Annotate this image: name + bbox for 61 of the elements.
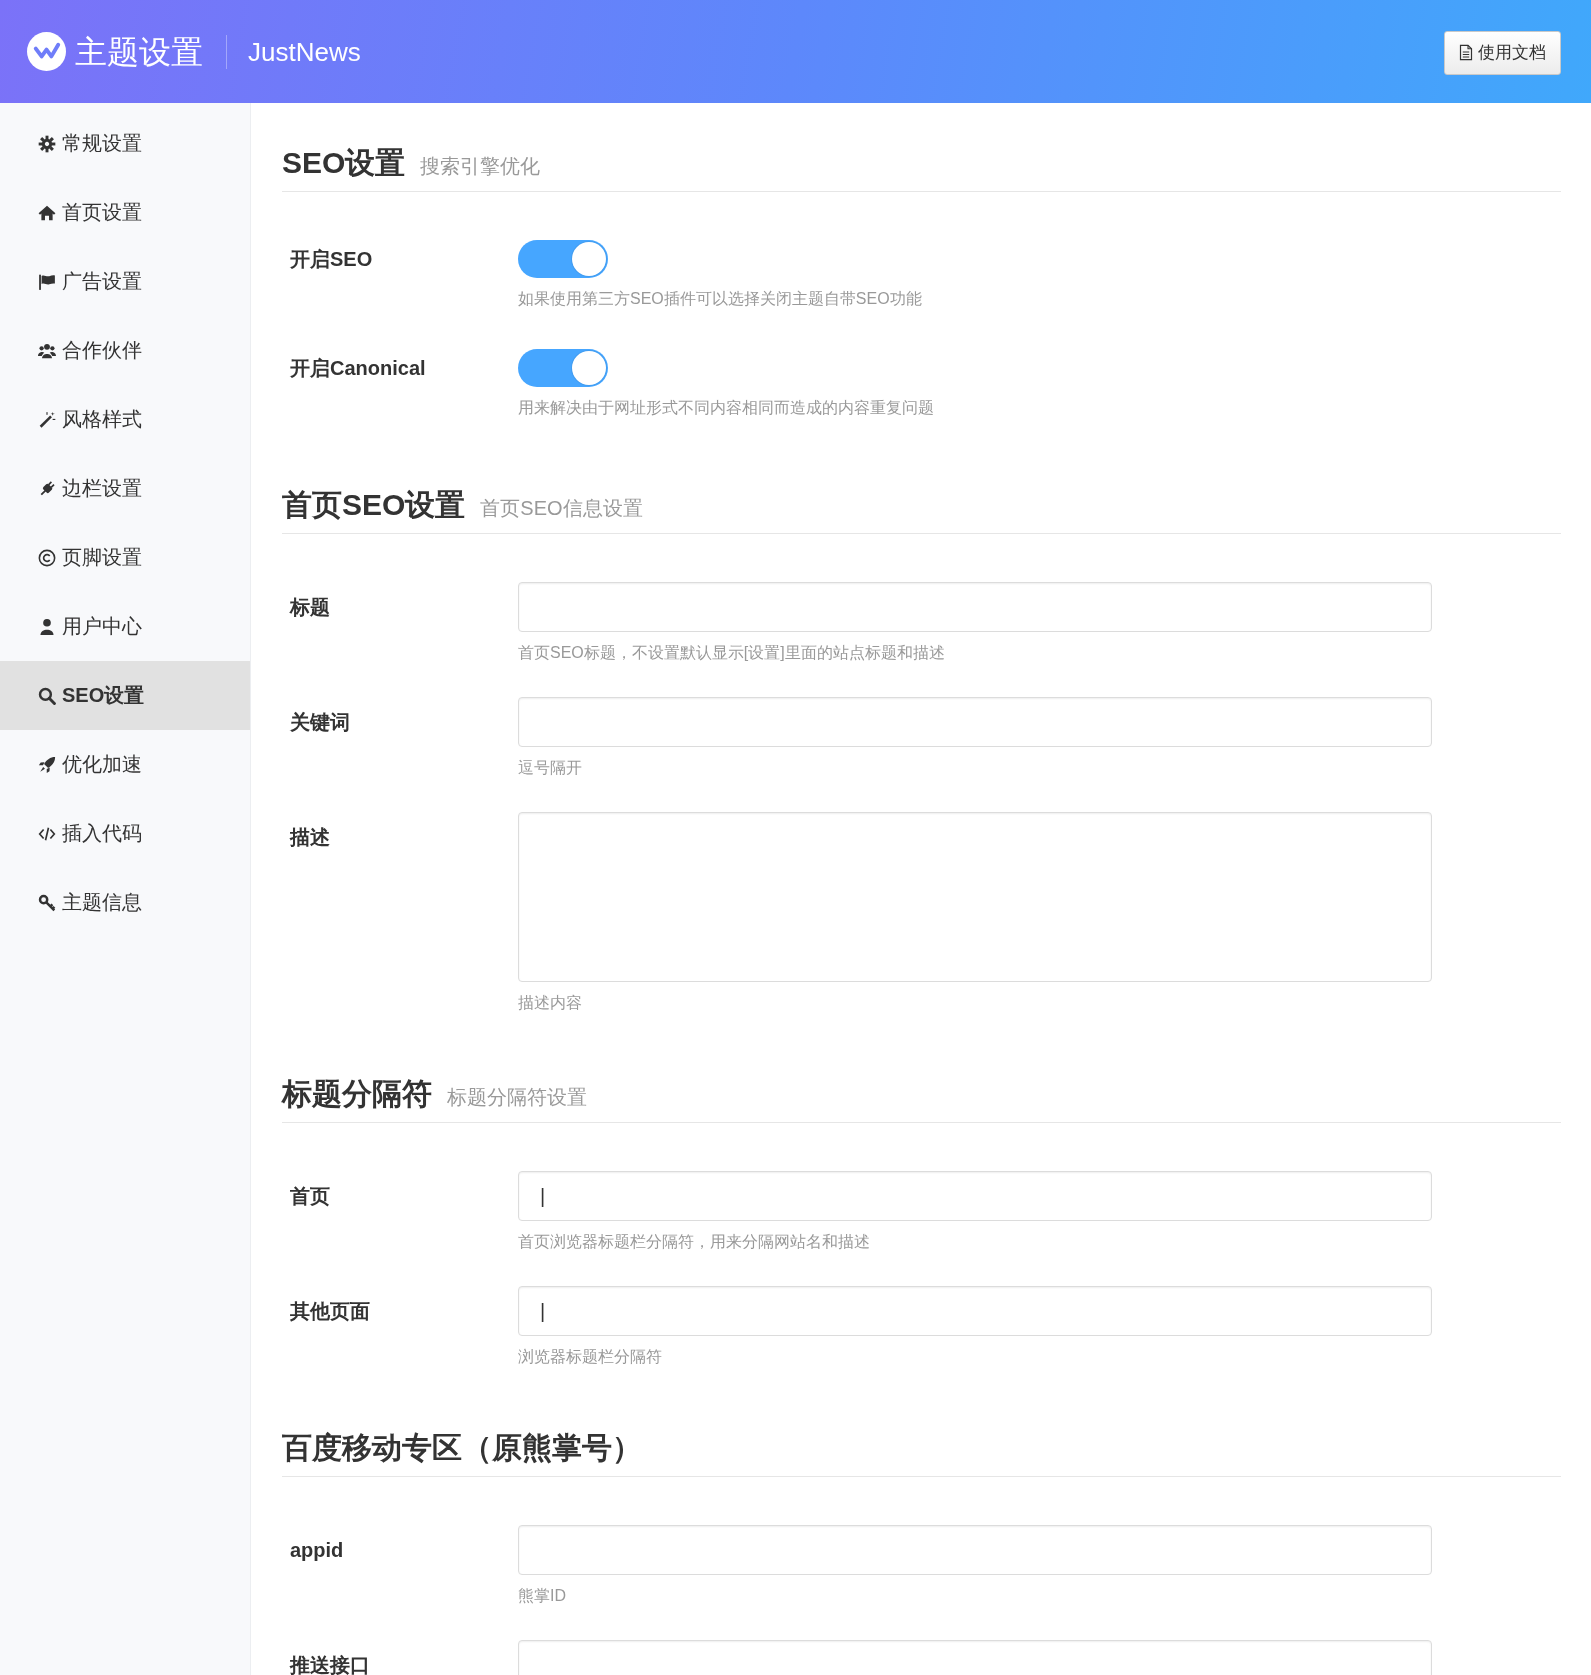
text-field[interactable] — [518, 697, 1432, 747]
sidebar-item[interactable]: 合作伙伴 — [0, 316, 250, 385]
sidebar-item[interactable]: 风格样式 — [0, 385, 250, 454]
text-field[interactable]: | — [518, 1171, 1432, 1221]
field-label: appid — [289, 1538, 344, 1563]
help-text: 逗号隔开 — [518, 758, 582, 778]
sidebar-item[interactable]: 用户中心 — [0, 592, 250, 661]
help-text: 用来解决由于网址形式不同内容相同而造成的内容重复问题 — [518, 398, 934, 418]
toggle-switch[interactable] — [518, 240, 608, 278]
person-icon — [38, 617, 56, 636]
help-text: 如果使用第三方SEO插件可以选择关闭主题自带SEO功能 — [518, 289, 922, 309]
house-icon — [38, 203, 56, 222]
help-text: 首页浏览器标题栏分隔符，用来分隔网站名和描述 — [518, 1232, 870, 1252]
text-field[interactable] — [518, 1525, 1432, 1575]
textarea-field[interactable] — [518, 812, 1432, 982]
sidebar-item[interactable]: 页脚设置 — [0, 523, 250, 592]
people-icon — [38, 341, 56, 360]
search-icon — [38, 686, 56, 705]
field-label: 标题 — [288, 595, 330, 620]
help-text: 首页SEO标题，不设置默认显示[设置]里面的站点标题和描述 — [518, 643, 945, 663]
sidebar-item[interactable]: SEO设置 — [0, 661, 250, 730]
help-text: 浏览器标题栏分隔符 — [518, 1347, 662, 1367]
app-title: 主题设置 — [75, 32, 203, 72]
sidebar-item[interactable]: 主题信息 — [0, 868, 250, 937]
flag-icon — [38, 272, 56, 291]
theme-name: JustNews — [248, 35, 361, 68]
document-icon — [1459, 44, 1473, 61]
section-subtitle: 标题分隔符设置 — [447, 1085, 587, 1110]
section-subtitle: 搜索引擎优化 — [420, 154, 541, 179]
text-field[interactable] — [518, 582, 1432, 632]
section-subtitle: 首页SEO信息设置 — [480, 496, 643, 521]
field-label: 开启Canonical — [289, 356, 426, 381]
text-field[interactable] — [518, 1640, 1432, 1675]
text-field[interactable]: | — [518, 1286, 1432, 1336]
help-text: 熊掌ID — [518, 1586, 566, 1606]
field-label: 描述 — [288, 825, 330, 850]
section-title: 标题分隔符 — [282, 1076, 432, 1112]
field-label: 关键词 — [289, 710, 350, 735]
section-title: 百度移动专区（原熊掌号） — [282, 1430, 642, 1466]
copyright-icon — [38, 548, 56, 567]
sidebar-item[interactable]: 常规设置 — [0, 109, 250, 178]
plug-icon — [38, 479, 56, 498]
rocket-icon — [38, 755, 56, 774]
field-label: 其他页面 — [289, 1299, 370, 1324]
help-text: 描述内容 — [518, 993, 582, 1013]
docs-button[interactable]: 使用文档 — [1444, 30, 1561, 75]
gear-icon — [38, 134, 56, 153]
field-label: 推送接口 — [288, 1653, 370, 1675]
key-icon — [38, 893, 56, 912]
field-label: 首页 — [289, 1184, 330, 1209]
toggle-switch[interactable] — [518, 349, 608, 387]
sidebar-item[interactable]: 插入代码 — [0, 799, 250, 868]
wand-icon — [38, 410, 56, 429]
sidebar-item[interactable]: 边栏设置 — [0, 454, 250, 523]
sidebar-item[interactable]: 首页设置 — [0, 178, 250, 247]
sidebar-item[interactable]: 广告设置 — [0, 247, 250, 316]
section-title: 首页SEO设置 — [282, 487, 466, 523]
sidebar-item[interactable]: 优化加速 — [0, 730, 250, 799]
section-title: SEO设置 — [282, 145, 406, 181]
field-label: 开启SEO — [289, 247, 373, 272]
logo-icon — [27, 32, 66, 71]
